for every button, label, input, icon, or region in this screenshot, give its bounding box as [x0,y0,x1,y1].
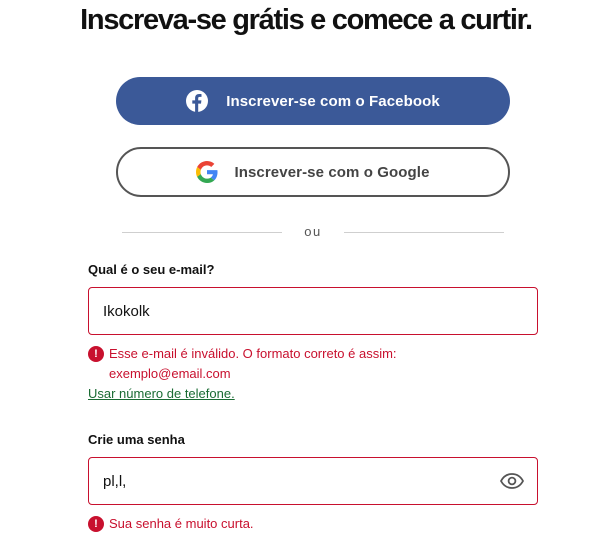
page-title: Inscreva-se grátis e comece a curtir. [80,4,533,36]
facebook-signup-label: Inscrever-se com o Facebook [226,92,440,110]
or-divider: ou [122,224,504,240]
email-input[interactable] [103,302,525,320]
error-icon: ! [88,516,104,532]
password-input[interactable] [103,472,499,490]
password-label: Crie uma senha [88,432,185,447]
email-label: Qual é o seu e-mail? [88,262,215,277]
password-error: ! Sua senha é muito curta. [88,514,449,534]
email-field[interactable] [88,287,538,335]
use-phone-link[interactable]: Usar número de telefone. [88,386,235,401]
google-signup-button[interactable]: Inscrever-se com o Google [116,147,510,197]
email-error-text: Esse e-mail é inválido. O formato corret… [109,346,397,381]
email-error: ! Esse e-mail é inválido. O formato corr… [88,344,449,384]
password-field[interactable] [88,457,538,505]
eye-icon[interactable] [499,471,525,491]
facebook-signup-button[interactable]: Inscrever-se com o Facebook [116,77,510,125]
facebook-icon [186,90,209,112]
error-icon: ! [88,346,104,362]
password-error-text: Sua senha é muito curta. [109,516,254,531]
google-icon [196,161,218,183]
google-signup-label: Inscrever-se com o Google [234,163,430,181]
divider-line-right [344,232,504,233]
